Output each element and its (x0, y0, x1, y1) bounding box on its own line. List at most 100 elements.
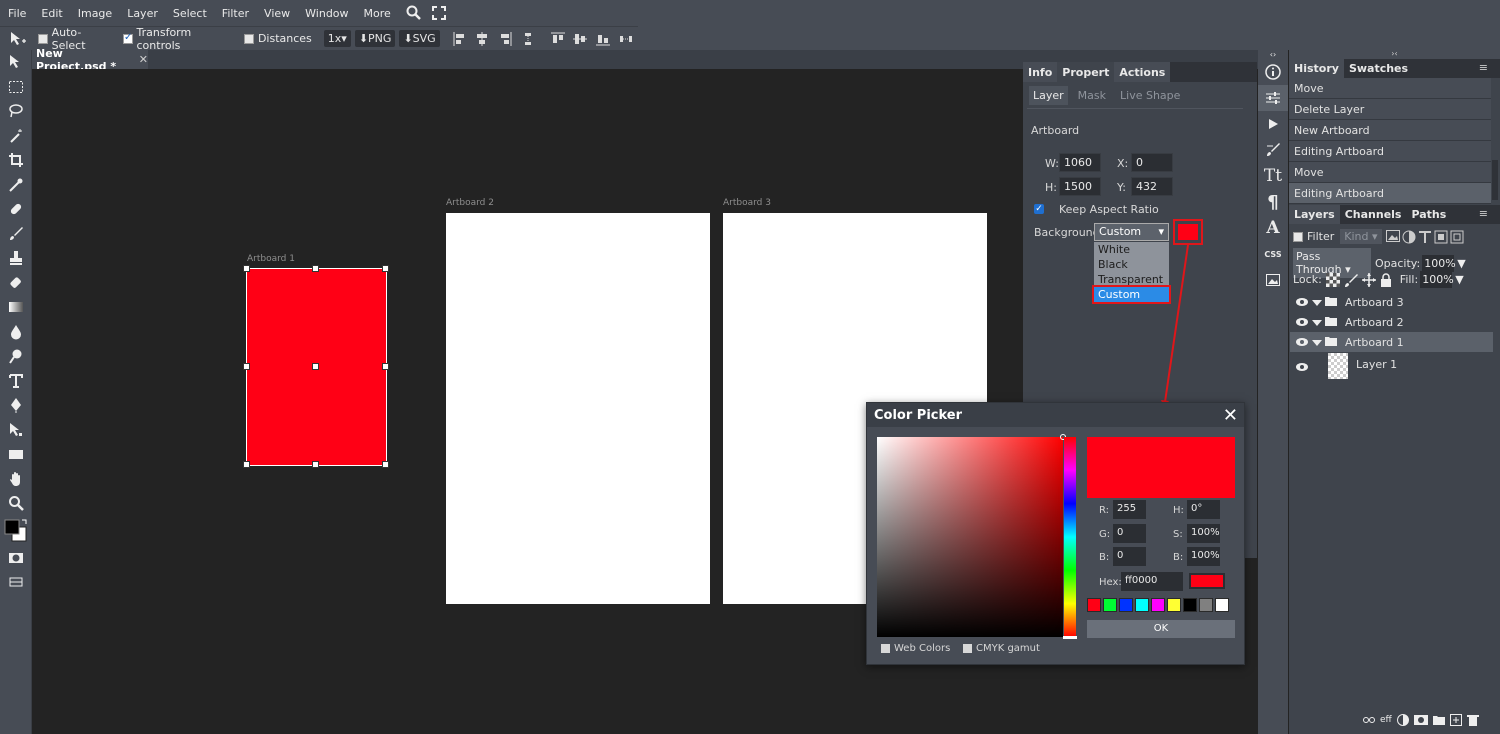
brightness-input[interactable]: 100% (1187, 547, 1220, 566)
lock-pixels-icon[interactable] (1344, 273, 1358, 287)
width-input[interactable]: 1060 (1059, 153, 1101, 172)
eraser-tool-icon[interactable] (0, 271, 32, 296)
adjustment-filter-icon[interactable] (1402, 230, 1416, 244)
menu-select[interactable]: Select (173, 7, 207, 20)
menu-image[interactable]: Image (78, 7, 112, 20)
menu-view[interactable]: View (264, 7, 290, 20)
preset-swatch-gray[interactable] (1199, 598, 1213, 612)
subtab-live-shape[interactable]: Live Shape (1116, 86, 1184, 105)
kind-select[interactable]: Kind ▾ (1340, 229, 1383, 244)
new-layer-icon[interactable] (1449, 714, 1462, 726)
effects-button[interactable]: eff (1380, 715, 1392, 725)
y-input[interactable]: 432 (1131, 177, 1173, 196)
tab-info[interactable]: Info (1023, 62, 1058, 82)
subtab-mask[interactable]: Mask (1074, 86, 1110, 105)
layer-row-artboard-1[interactable]: Artboard 1 (1290, 332, 1493, 352)
tab-properties[interactable]: Propert (1057, 62, 1115, 82)
marquee-tool-icon[interactable] (0, 75, 32, 100)
lock-position-icon[interactable] (1361, 272, 1376, 287)
eye-icon[interactable] (1296, 361, 1308, 374)
path-select-icon[interactable] (0, 418, 32, 443)
paragraph-icon[interactable]: ¶ (1258, 189, 1288, 215)
preset-swatch-black[interactable] (1183, 598, 1197, 612)
eye-icon[interactable] (1296, 316, 1308, 329)
artboard-2[interactable] (446, 213, 710, 604)
scrollbar[interactable] (1492, 160, 1498, 200)
preset-swatch-green[interactable] (1103, 598, 1117, 612)
layer-row-layer-1[interactable]: Layer 1 (1290, 352, 1493, 381)
preset-swatch-yellow[interactable] (1167, 598, 1181, 612)
expand-triangle-icon[interactable] (1312, 296, 1322, 309)
opacity-input[interactable]: 100% (1422, 254, 1456, 272)
zoom-tool-icon[interactable] (0, 491, 32, 516)
menu-icon[interactable]: ≡ (1479, 61, 1488, 74)
background-select[interactable]: Custom ▾ (1094, 223, 1169, 241)
close-icon[interactable]: ✕ (1223, 405, 1238, 426)
play-icon[interactable] (1258, 111, 1288, 137)
info-icon[interactable] (1258, 59, 1288, 85)
menu-file[interactable]: File (8, 7, 26, 20)
tab-layers[interactable]: Layers (1289, 205, 1340, 224)
align-top-icon[interactable] (547, 30, 568, 48)
layer-row-artboard-3[interactable]: Artboard 3 (1290, 292, 1493, 312)
hex-input[interactable]: ff0000 (1121, 572, 1183, 591)
history-item[interactable]: Editing Artboard (1289, 141, 1491, 162)
color-swatches-icon[interactable] (0, 516, 32, 546)
new-folder-icon[interactable] (1432, 714, 1445, 726)
tab-channels[interactable]: Channels (1340, 205, 1407, 224)
menu-icon[interactable]: ≡ (1479, 207, 1488, 220)
preset-swatch-blue[interactable] (1119, 598, 1133, 612)
transform-handle[interactable] (382, 461, 389, 468)
image-icon[interactable] (1258, 267, 1288, 293)
export-png-button[interactable]: ⬇ PNG (354, 30, 396, 47)
eye-icon[interactable] (1296, 296, 1308, 309)
tab-history[interactable]: History (1289, 59, 1344, 78)
align-left-icon[interactable] (449, 30, 470, 48)
lasso-tool-icon[interactable] (0, 99, 32, 124)
history-item[interactable]: New Artboard (1289, 120, 1491, 141)
collapse-icon[interactable]: ‹› (1258, 50, 1288, 59)
h-input[interactable]: 0° (1187, 500, 1220, 519)
cmyk-gamut-checkbox[interactable]: CMYK gamut (963, 643, 1040, 654)
link-icon[interactable] (1363, 716, 1375, 724)
pen-tool-icon[interactable] (0, 393, 32, 418)
fullscreen-icon[interactable] (431, 6, 446, 20)
history-item[interactable]: Move (1289, 78, 1491, 99)
preset-swatch-magenta[interactable] (1151, 598, 1165, 612)
preset-swatch-white[interactable] (1215, 598, 1229, 612)
css-icon[interactable]: CSS (1258, 241, 1288, 267)
history-item[interactable]: Move (1289, 162, 1491, 183)
close-tab-icon[interactable]: ✕ (139, 53, 148, 66)
collapse-icon[interactable]: ›‹ (1289, 50, 1500, 59)
export-svg-button[interactable]: ⬇ SVG (399, 30, 440, 47)
image-filter-icon[interactable] (1386, 229, 1401, 242)
r-input[interactable]: 255 (1113, 500, 1146, 519)
healing-brush-icon[interactable] (0, 197, 32, 222)
transform-handle[interactable] (382, 363, 389, 370)
trash-icon[interactable] (1466, 714, 1479, 726)
move-tool-icon[interactable] (0, 50, 32, 75)
search-icon[interactable] (406, 5, 422, 21)
sliders-icon[interactable] (1258, 85, 1288, 111)
menu-more[interactable]: More (364, 7, 391, 20)
keep-aspect-checkbox[interactable]: ✓ (1034, 204, 1044, 214)
align-middle-icon[interactable] (570, 30, 591, 48)
transform-handle[interactable] (243, 461, 250, 468)
document-tab[interactable]: New Project.psd * ✕ (32, 47, 148, 73)
shape-filter-icon[interactable] (1434, 230, 1448, 244)
b-input[interactable]: 0 (1113, 547, 1146, 566)
type-tool-icon[interactable] (0, 369, 32, 394)
screen-mode-icon[interactable] (0, 570, 32, 595)
preset-swatch-red[interactable] (1087, 598, 1101, 612)
adjustment-icon[interactable] (1396, 714, 1409, 726)
align-right-icon[interactable] (495, 30, 516, 48)
transform-handle[interactable] (312, 461, 319, 468)
tab-paths[interactable]: Paths (1406, 205, 1451, 224)
transform-handle[interactable] (312, 363, 319, 370)
web-colors-checkbox[interactable]: Web Colors (881, 643, 950, 654)
chevron-down-icon[interactable]: ▼ (1457, 257, 1465, 270)
eyedropper-icon[interactable] (0, 173, 32, 198)
tab-actions[interactable]: Actions (1114, 62, 1171, 82)
type-icon[interactable]: Tt (1258, 163, 1288, 189)
layer-row-artboard-2[interactable]: Artboard 2 (1290, 312, 1493, 332)
